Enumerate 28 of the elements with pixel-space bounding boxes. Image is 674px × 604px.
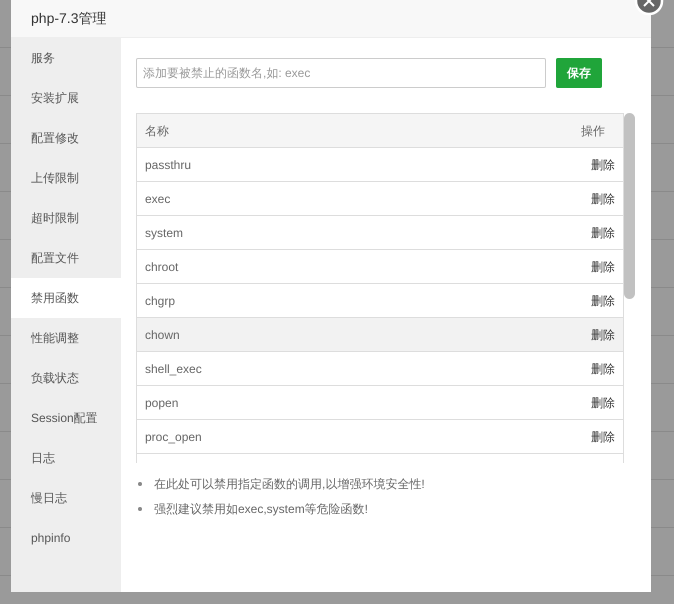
- table-cell-text: passthru: [145, 156, 192, 174]
- delete-link[interactable]: 删除: [591, 224, 615, 242]
- scrollbar[interactable]: [624, 113, 635, 299]
- note-text: 在此处可以禁用指定函数的调用,以增强环境安全性!: [154, 476, 425, 493]
- delete-link[interactable]: 删除: [591, 360, 615, 378]
- dialog-title: php-7.3管理: [31, 9, 106, 28]
- delete-link[interactable]: 删除: [591, 292, 615, 310]
- column-header: 操作: [581, 122, 606, 140]
- delete-link[interactable]: 删除: [591, 190, 615, 208]
- table-cell-text: shell_exec: [145, 360, 202, 378]
- table-cell-text: proc_open: [145, 428, 202, 446]
- delete-link[interactable]: 删除: [591, 428, 615, 446]
- delete-link[interactable]: 删除: [591, 326, 615, 344]
- note-text: 强烈建议禁用如exec,system等危险函数!: [154, 501, 368, 518]
- function-input[interactable]: 添加要被禁止的函数名,如: exec: [136, 58, 546, 88]
- bullet-icon: [138, 507, 142, 511]
- table-cell-text: system: [145, 224, 184, 242]
- delete-link[interactable]: 删除: [591, 156, 615, 174]
- sidebar-item[interactable]: 禁用函数: [11, 278, 121, 318]
- delete-link[interactable]: 删除: [591, 394, 615, 412]
- table-cell-text: chown: [145, 326, 180, 344]
- table-cell-text: popen: [145, 394, 178, 412]
- table-cell-text: chgrp: [145, 292, 176, 310]
- table-cell-text: chroot: [145, 258, 178, 276]
- delete-link[interactable]: 删除: [591, 258, 615, 276]
- bullet-icon: [138, 482, 142, 486]
- column-header: 名称: [145, 122, 169, 140]
- table-cell-text: exec: [145, 190, 170, 208]
